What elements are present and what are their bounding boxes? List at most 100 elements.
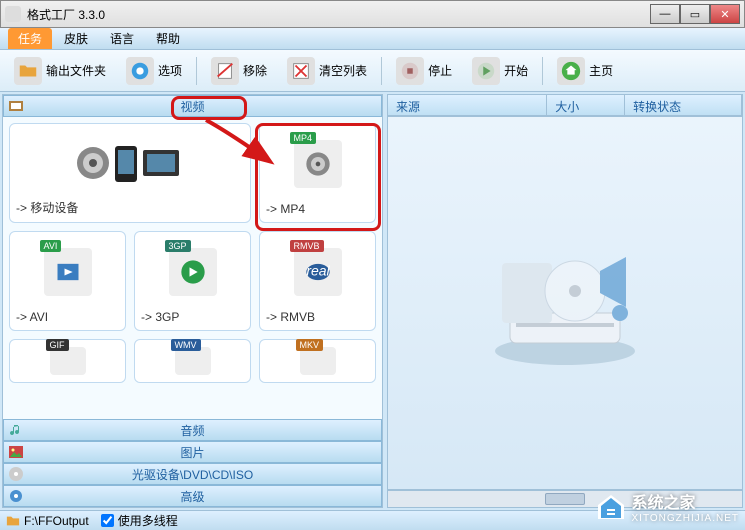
home-label: 主页 [589,62,613,79]
window-controls: — ▭ ✕ [650,4,740,24]
remove-button[interactable]: 移除 [205,54,273,88]
options-label: 选项 [158,62,182,79]
format-avi-label: -> AVI [16,310,119,324]
close-button[interactable]: ✕ [710,4,740,24]
app-icon [5,6,21,22]
stop-icon [396,57,424,85]
main-area: 视频 -> 移动设备 MP4 [0,92,745,510]
toolbar-separator [381,57,382,85]
watermark-url: XITONGZHIJIA.NET [632,513,740,524]
maximize-button[interactable]: ▭ [680,4,710,24]
toolbar: 输出文件夹 选项 移除 清空列表 停止 开始 主页 [0,50,745,92]
multithread-checkbox[interactable]: 使用多线程 [101,512,178,529]
gif-file-icon: GIF [50,347,86,375]
section-audio-label: 音频 [180,422,204,439]
3gp-tag: 3GP [165,240,191,252]
watermark: 系统之家 XITONGZHIJIA.NET [596,489,740,524]
menu-language[interactable]: 语言 [100,28,144,49]
scrollbar-thumb[interactable] [545,493,585,505]
svg-text:real: real [306,263,330,279]
rmvb-tag: RMVB [290,240,324,252]
format-wmv[interactable]: WMV [134,339,251,383]
home-button[interactable]: 主页 [551,54,619,88]
window-title: 格式工厂 3.3.0 [27,6,650,23]
mkv-tag: MKV [296,339,324,351]
placeholder-art-icon [480,233,650,373]
disc-section-icon [8,466,24,482]
format-3gp[interactable]: 3GP -> 3GP [134,231,251,331]
format-mp4-label: -> MP4 [266,202,369,216]
watermark-logo-icon [596,493,626,521]
output-path-text: F:\FFOutput [24,514,89,528]
wmv-file-icon: WMV [175,347,211,375]
section-advanced-label: 高级 [180,488,204,505]
folder-small-icon [6,514,20,528]
multithread-input[interactable] [101,514,114,527]
menu-skin[interactable]: 皮肤 [54,28,98,49]
advanced-section-icon [8,488,24,504]
picture-section-icon [8,444,24,460]
clear-label: 清空列表 [319,62,367,79]
format-gif[interactable]: GIF [9,339,126,383]
section-picture[interactable]: 图片 [3,441,382,463]
video-section-icon [8,98,24,114]
avi-tag: AVI [40,240,62,252]
format-mobile-label: -> 移动设备 [16,199,244,216]
rmvb-file-icon: RMVB real [294,248,342,296]
start-button[interactable]: 开始 [466,54,534,88]
output-folder-button[interactable]: 输出文件夹 [8,54,112,88]
output-path-item[interactable]: F:\FFOutput [6,514,89,528]
stop-label: 停止 [428,62,452,79]
menubar: 任务 皮肤 语言 帮助 [0,28,745,50]
titlebar: 格式工厂 3.3.0 — ▭ ✕ [0,0,745,28]
format-mp4[interactable]: MP4 -> MP4 [259,123,376,223]
stop-button[interactable]: 停止 [390,54,458,88]
multithread-label: 使用多线程 [118,512,178,529]
start-icon [472,57,500,85]
gif-tag: GIF [46,339,69,351]
section-video[interactable]: 视频 [3,95,382,117]
section-picture-label: 图片 [180,444,204,461]
section-audio[interactable]: 音频 [3,419,382,441]
mobile-devices-icon [75,138,185,188]
format-rmvb[interactable]: RMVB real -> RMVB [259,231,376,331]
col-size[interactable]: 大小 [547,95,625,115]
format-rmvb-label: -> RMVB [266,310,369,324]
col-source[interactable]: 来源 [388,95,547,115]
3gp-file-icon: 3GP [169,248,217,296]
audio-section-icon [8,422,24,438]
menu-help[interactable]: 帮助 [146,28,190,49]
home-icon [557,57,585,85]
format-avi[interactable]: AVI -> AVI [9,231,126,331]
section-video-label: 视频 [180,98,204,115]
mp4-tag: MP4 [290,132,317,144]
remove-label: 移除 [243,62,267,79]
folder-icon [14,57,42,85]
section-advanced[interactable]: 高级 [3,485,382,507]
options-button[interactable]: 选项 [120,54,188,88]
format-mobile[interactable]: -> 移动设备 [9,123,251,223]
video-grid: -> 移动设备 MP4 -> MP4 AVI [3,117,382,419]
section-disc-label: 光驱设备\DVD\CD\ISO [132,466,253,483]
toolbar-separator [542,57,543,85]
left-panel: 视频 -> 移动设备 MP4 [2,94,383,508]
mp4-file-icon: MP4 [294,140,342,188]
remove-icon [211,57,239,85]
wmv-tag: WMV [171,339,201,351]
avi-file-icon: AVI [44,248,92,296]
col-status[interactable]: 转换状态 [625,95,742,115]
format-mkv[interactable]: MKV [259,339,376,383]
section-disc[interactable]: 光驱设备\DVD\CD\ISO [3,463,382,485]
clear-button[interactable]: 清空列表 [281,54,373,88]
output-folder-label: 输出文件夹 [46,62,106,79]
task-list[interactable] [387,116,743,490]
options-icon [126,57,154,85]
start-label: 开始 [504,62,528,79]
mkv-file-icon: MKV [300,347,336,375]
list-header: 来源 大小 转换状态 [387,94,743,116]
menu-task[interactable]: 任务 [8,28,52,49]
clear-icon [287,57,315,85]
minimize-button[interactable]: — [650,4,680,24]
right-panel: 来源 大小 转换状态 [387,94,743,508]
watermark-name: 系统之家 [632,489,740,513]
